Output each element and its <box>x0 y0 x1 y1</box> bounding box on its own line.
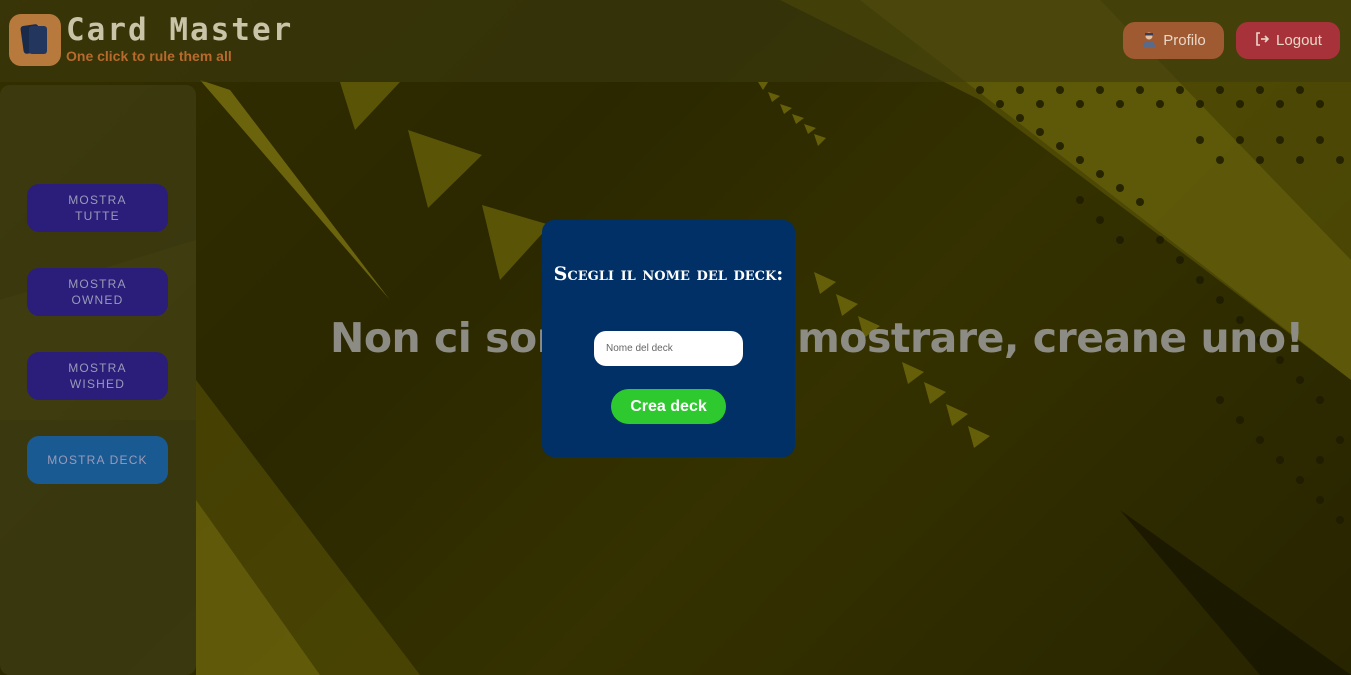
sidebar-item-mostra-deck[interactable]: MOSTRA DECK <box>27 436 168 484</box>
sidebar-item-mostra-tutte[interactable]: MOSTRA TUTTE <box>27 184 168 232</box>
deck-name-input[interactable] <box>594 331 743 366</box>
app-header: Card Master One click to rule them all P… <box>0 0 1351 82</box>
user-avatar-icon <box>1141 31 1157 51</box>
cards-icon[interactable] <box>9 14 61 66</box>
logout-icon <box>1254 31 1270 51</box>
logout-button[interactable]: Logout <box>1236 22 1340 59</box>
create-deck-modal: Scegli il nome del deck: Crea deck <box>542 220 795 457</box>
profile-label: Profilo <box>1163 32 1206 49</box>
sidebar-item-mostra-owned[interactable]: MOSTRA OWNED <box>27 268 168 316</box>
modal-title: Scegli il nome del deck: <box>553 263 784 285</box>
sidebar-item-mostra-wished[interactable]: MOSTRA WISHED <box>27 352 168 400</box>
app-subtitle: One click to rule them all <box>66 48 232 64</box>
logout-label: Logout <box>1276 32 1322 49</box>
create-deck-button[interactable]: Crea deck <box>611 389 726 424</box>
sidebar: MOSTRA TUTTE MOSTRA OWNED MOSTRA WISHED … <box>0 85 196 675</box>
profile-button[interactable]: Profilo <box>1123 22 1224 59</box>
app-title: Card Master <box>66 12 294 48</box>
